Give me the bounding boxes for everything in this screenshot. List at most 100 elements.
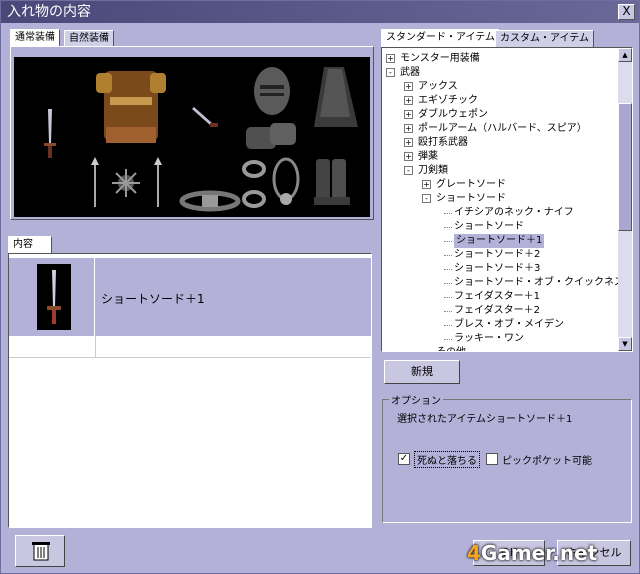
equipment-slots-art — [44, 67, 358, 212]
expand-icon[interactable]: + — [404, 96, 413, 105]
tree-item-label: エギゾチック — [418, 95, 478, 106]
tree-item-label: 殴打系武器 — [418, 137, 468, 148]
gauntlets-slot-icon[interactable] — [246, 123, 296, 149]
collapse-icon[interactable]: - — [404, 166, 413, 175]
expand-icon[interactable]: + — [404, 124, 413, 133]
expand-icon[interactable]: + — [404, 152, 413, 161]
tree-item-label: ショートソード — [436, 193, 506, 204]
dagger-slot-icon[interactable] — [44, 109, 56, 158]
tree-item-label: ポールアーム（ハルバード、スピア） — [418, 123, 587, 134]
tree-item-label: ショートソード＋2 — [454, 249, 541, 260]
tree-item[interactable]: 殴打系武器 — [418, 136, 468, 150]
tree-item[interactable]: ダブルウェポン — [418, 108, 488, 122]
tree-connector — [444, 311, 452, 312]
expand-icon[interactable]: + — [422, 180, 431, 189]
tree-item-label: フェイダスター＋1 — [454, 291, 540, 302]
arrow-slot-icon[interactable] — [91, 157, 99, 207]
tab-contents[interactable]: 内容 — [8, 236, 52, 253]
tree-item[interactable]: その他 — [436, 346, 466, 351]
selected-item-text: 選択されたアイテムショートソード＋1 — [397, 414, 573, 425]
tree-connector — [444, 269, 452, 270]
tree-item[interactable]: エギゾチック — [418, 94, 478, 108]
scroll-thumb[interactable] — [618, 103, 632, 231]
tree-item[interactable]: 弾薬 — [418, 150, 438, 164]
drop-on-death-label[interactable]: 死ぬと落ちる — [414, 451, 480, 468]
delete-button[interactable] — [15, 535, 65, 567]
tree-item[interactable]: イチシアのネック・ナイフ — [454, 206, 574, 220]
scroll-up-icon[interactable]: ▲ — [618, 48, 632, 62]
item-tree[interactable]: モンスター用装備 + 武器 - アックス + エギゾチック + ダブルウェポン + ポールアーム（ハ… — [381, 47, 633, 352]
tree-item[interactable]: ショートソード・オブ・クイックネス — [454, 276, 624, 290]
tree-scrollbar[interactable]: ▲ ▼ — [618, 48, 632, 351]
tab-natural-equipment[interactable]: 自然装備 — [64, 30, 114, 47]
window-title: 入れ物の内容 — [7, 4, 91, 20]
item-icon-cell — [9, 258, 95, 336]
helmet-slot-icon[interactable] — [254, 67, 290, 115]
list-item[interactable]: ショートソード＋1 — [9, 258, 371, 336]
tree-item[interactable]: ショートソード — [436, 192, 506, 206]
close-button[interactable]: X — [618, 4, 635, 20]
bolt-slot-icon[interactable] — [154, 157, 162, 207]
scroll-down-icon[interactable]: ▼ — [618, 337, 632, 351]
tree-item[interactable]: フェイダスター＋2 — [454, 304, 540, 318]
tree-connector — [444, 297, 452, 298]
watermark-logo: 4Gamer.net — [467, 541, 597, 565]
tree-item-label: ショートソード＋1 — [456, 235, 543, 246]
tree-item[interactable]: ショートソード＋3 — [454, 262, 540, 276]
ring-left-slot-icon[interactable] — [242, 160, 266, 208]
tree-item[interactable]: フェイダスター＋1 — [454, 290, 540, 304]
tree-item-label: モンスター用装備 — [400, 53, 480, 64]
tree-item[interactable]: ショートソード — [454, 220, 524, 234]
tree-connector — [444, 283, 452, 284]
collapse-icon[interactable]: - — [422, 194, 431, 203]
tree-connector — [444, 241, 452, 242]
expand-icon[interactable]: + — [404, 82, 413, 91]
drop-on-death-checkbox[interactable]: ✓ — [398, 453, 410, 465]
tree-item-label: ショートソード — [454, 221, 524, 232]
tree-item[interactable]: ショートソード＋2 — [454, 248, 540, 262]
watermark-digit: 4 — [467, 541, 481, 565]
amulet-slot-icon[interactable] — [272, 157, 300, 205]
tab-standard-items[interactable]: スタンダード・アイテム — [381, 29, 500, 47]
tree-item[interactable]: モンスター用装備 — [400, 52, 480, 66]
boots-slot-icon[interactable] — [314, 159, 350, 205]
expand-icon[interactable]: + — [404, 138, 413, 147]
tree-item[interactable]: ラッキー・ワン — [454, 332, 524, 346]
tree-item-label: ショートソード・オブ・クイックネス — [454, 277, 624, 288]
morningstar-slot-icon[interactable] — [112, 169, 140, 197]
trash-icon — [32, 542, 50, 561]
tree-item-label: 弾薬 — [418, 151, 438, 162]
tree-item-label: 刀剣類 — [418, 165, 448, 176]
tree-item-label: イチシアのネック・ナイフ — [454, 207, 574, 218]
cloak-slot-icon[interactable] — [314, 67, 358, 127]
tree-item[interactable]: 刀剣類 — [418, 164, 448, 178]
knife-slot-icon[interactable] — [192, 107, 218, 127]
tab-normal-equipment[interactable]: 通常装備 — [10, 29, 60, 47]
tree-item[interactable]: アックス — [418, 80, 458, 94]
tree-item-label: ダブルウェポン — [418, 109, 488, 120]
tree-item[interactable]: グレートソード — [436, 178, 506, 192]
tree-item-label: ショートソード＋3 — [454, 263, 541, 274]
window-title-bar[interactable]: 入れ物の内容 X — [1, 1, 639, 23]
tree-item[interactable]: ショートソード＋1 — [454, 234, 545, 248]
tree-item[interactable]: 武器 — [400, 66, 420, 80]
new-button[interactable]: 新規 — [384, 360, 460, 384]
tab-custom-items[interactable]: カスタム・アイテム — [495, 30, 594, 47]
pickpocket-label[interactable]: ピックポケット可能 — [502, 452, 592, 467]
short-sword-icon — [37, 264, 71, 330]
collapse-icon[interactable]: - — [386, 68, 395, 77]
belt-slot-icon[interactable] — [179, 190, 241, 212]
pickpocket-checkbox[interactable] — [486, 453, 498, 465]
expand-icon[interactable]: + — [386, 54, 395, 63]
equipment-panel — [10, 46, 374, 220]
tree-item[interactable]: ポールアーム（ハルバード、スピア） — [418, 122, 587, 136]
armor-slot-icon[interactable] — [96, 71, 166, 143]
tree-item-label: その他 — [436, 347, 466, 351]
contents-list: ショートソード＋1 — [8, 253, 372, 528]
tree-item-label: ブレス・オブ・メイデン — [454, 319, 564, 330]
tree-connector — [444, 227, 452, 228]
tree-connector — [444, 213, 452, 214]
tree-item-label: フェイダスター＋2 — [454, 305, 540, 316]
expand-icon[interactable]: + — [404, 110, 413, 119]
tree-item[interactable]: ブレス・オブ・メイデン — [454, 318, 564, 332]
